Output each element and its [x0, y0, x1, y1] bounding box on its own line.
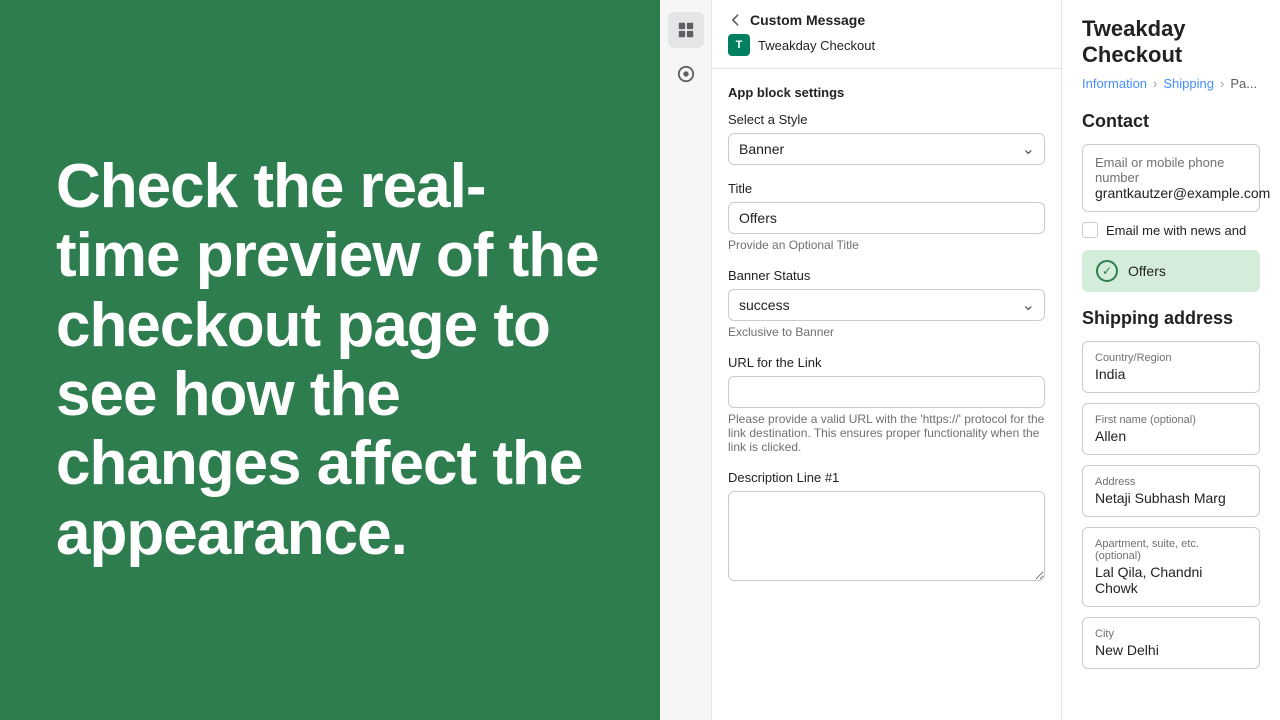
- url-input[interactable]: [728, 376, 1045, 408]
- title-input[interactable]: [728, 202, 1045, 234]
- city-value: New Delhi: [1095, 642, 1247, 658]
- title-hint: Provide an Optional Title: [728, 238, 1045, 252]
- app-icon: T: [728, 34, 750, 56]
- offers-text: Offers: [1128, 263, 1166, 279]
- hero-panel: Check the real-time preview of the check…: [0, 0, 660, 720]
- banner-status-hint: Exclusive to Banner: [728, 325, 1045, 339]
- style-select[interactable]: Banner Popup Inline: [728, 133, 1045, 165]
- preview-panel: Tweakday Checkout Information › Shipping…: [1062, 0, 1280, 720]
- banner-status-label: Banner Status: [728, 268, 1045, 283]
- title-group: Title Provide an Optional Title: [728, 181, 1045, 252]
- url-label: URL for the Link: [728, 355, 1045, 370]
- gear-icon[interactable]: [668, 56, 704, 92]
- desc-textarea[interactable]: [728, 491, 1045, 581]
- style-select-wrapper: Banner Popup Inline ⌄: [728, 133, 1045, 165]
- firstname-value: Allen: [1095, 428, 1247, 444]
- layout-icon[interactable]: [668, 12, 704, 48]
- style-group: Select a Style Banner Popup Inline ⌄: [728, 112, 1045, 165]
- breadcrumb-information[interactable]: Information: [1082, 76, 1147, 91]
- apt-field: Apartment, suite, etc. (optional) Lal Qi…: [1082, 527, 1260, 607]
- breadcrumb: Information › Shipping › Pa...: [1082, 76, 1260, 91]
- address-field: Address Netaji Subhash Marg: [1082, 465, 1260, 517]
- contact-heading: Contact: [1082, 111, 1260, 132]
- newsletter-row: Email me with news and: [1082, 222, 1260, 238]
- back-button[interactable]: Custom Message: [728, 12, 1045, 28]
- banner-status-select-wrapper: success warning error info ⌄: [728, 289, 1045, 321]
- city-field: City New Delhi: [1082, 617, 1260, 669]
- desc-group: Description Line #1: [728, 470, 1045, 586]
- style-label: Select a Style: [728, 112, 1045, 127]
- firstname-label: First name (optional): [1095, 414, 1247, 426]
- country-value: India: [1095, 366, 1247, 382]
- apt-label: Apartment, suite, etc. (optional): [1095, 538, 1247, 562]
- title-label: Title: [728, 181, 1045, 196]
- app-row: T Tweakday Checkout: [728, 34, 1045, 56]
- preview-title: Tweakday Checkout: [1082, 16, 1260, 68]
- section-heading: App block settings: [728, 85, 1045, 100]
- newsletter-label: Email me with news and: [1106, 223, 1246, 238]
- settings-header: Custom Message T Tweakday Checkout: [712, 0, 1061, 69]
- url-group: URL for the Link Please provide a valid …: [728, 355, 1045, 454]
- country-field: Country/Region India: [1082, 341, 1260, 393]
- contact-field: Email or mobile phone number grantkautze…: [1082, 144, 1260, 212]
- hero-text: Check the real-time preview of the check…: [56, 152, 604, 569]
- contact-value: grantkautzer@example.com: [1095, 185, 1270, 201]
- city-label: City: [1095, 628, 1247, 640]
- breadcrumb-sep-2: ›: [1220, 76, 1224, 91]
- sidebar: [660, 0, 712, 720]
- country-label: Country/Region: [1095, 352, 1247, 364]
- back-label: Custom Message: [750, 12, 865, 28]
- address-label: Address: [1095, 476, 1247, 488]
- offers-banner: ✓ Offers: [1082, 250, 1260, 292]
- breadcrumb-shipping[interactable]: Shipping: [1163, 76, 1214, 91]
- contact-placeholder-text: Email or mobile phone number: [1095, 155, 1224, 185]
- firstname-field: First name (optional) Allen: [1082, 403, 1260, 455]
- banner-status-select[interactable]: success warning error info: [728, 289, 1045, 321]
- offers-check-icon: ✓: [1096, 260, 1118, 282]
- breadcrumb-payment: Pa...: [1230, 76, 1257, 91]
- back-icon: [728, 12, 744, 28]
- banner-status-group: Banner Status success warning error info…: [728, 268, 1045, 339]
- newsletter-checkbox[interactable]: [1082, 222, 1098, 238]
- desc-label: Description Line #1: [728, 470, 1045, 485]
- contact-placeholder: Email or mobile phone number grantkautze…: [1095, 155, 1247, 201]
- url-hint: Please provide a valid URL with the 'htt…: [728, 412, 1045, 454]
- apt-value: Lal Qila, Chandni Chowk: [1095, 564, 1247, 596]
- shipping-heading: Shipping address: [1082, 308, 1260, 329]
- app-name: Tweakday Checkout: [758, 38, 875, 53]
- breadcrumb-sep-1: ›: [1153, 76, 1157, 91]
- settings-panel: Custom Message T Tweakday Checkout App b…: [712, 0, 1062, 720]
- address-value: Netaji Subhash Marg: [1095, 490, 1247, 506]
- settings-body: App block settings Select a Style Banner…: [712, 69, 1061, 720]
